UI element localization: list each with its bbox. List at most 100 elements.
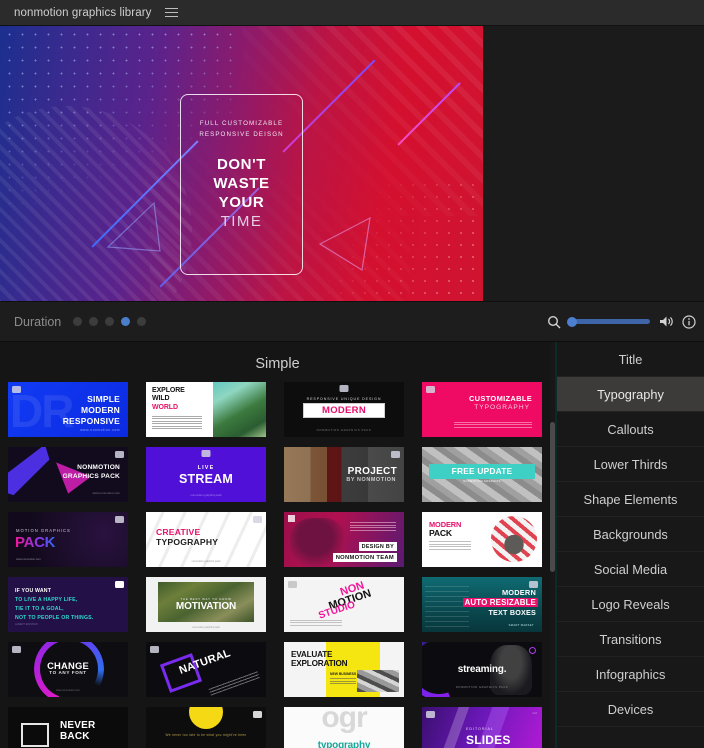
thumb-line-4: NOT TO PEOPLE OR THINGS.: [15, 615, 94, 622]
sidebar-item-logo-reveals[interactable]: Logo Reveals: [557, 587, 704, 622]
thumb-caption: www.nonmotion.com: [80, 428, 120, 432]
thumbnail-natural[interactable]: NATURAL: [146, 642, 266, 697]
preset-badge-icon: [253, 516, 262, 523]
preview-canvas[interactable]: FULL CUSTOMIZABLE RESPONSIVE DEISGN DON'…: [0, 26, 483, 301]
volume-icon[interactable]: [659, 315, 673, 328]
thumbnail-streaming[interactable]: streaming. NONMOTION GRAPHICS PACK: [422, 642, 542, 697]
thumbnail-change-to-any-font[interactable]: CHANGE TO ANY FONT www.nonmotion.com: [8, 642, 128, 697]
controls-right-group: [547, 314, 696, 329]
preset-badge-icon: [115, 581, 124, 588]
thumbnail-design-by-nonmotion-team[interactable]: DESIGN BY NONMOTION TEAM: [284, 512, 404, 567]
thumb-line-2: TYPOGRAPHY: [474, 404, 530, 411]
thumbnail-explore-wild-world[interactable]: EXPLORE WILD WORLD: [146, 382, 266, 437]
thumb-line-1: EVALUATE: [291, 650, 333, 659]
duration-stepper[interactable]: [73, 317, 147, 326]
thumbnail-free-update[interactable]: FREE UPDATE NONMOTION GRAPHICS: [422, 447, 542, 502]
sidebar-item-typography[interactable]: Typography: [557, 377, 704, 412]
thumb-title-box: MODERN: [303, 403, 385, 418]
app-window: nonmotion graphics library FULL CUSTOMIZ…: [0, 0, 704, 748]
circle-outline-icon: [529, 647, 536, 654]
thumb-caption: www.nonmotion.com: [92, 491, 120, 495]
preset-badge-icon: [391, 451, 400, 458]
thumbnail-motivation[interactable]: THE BEST WAY TO GROW MOTIVATION nonmotio…: [146, 577, 266, 632]
thumb-line-2: AUTO RESIZABLE: [462, 598, 538, 607]
thumb-line-2: MODERN: [81, 405, 120, 416]
category-sidebar: Title Typography Callouts Lower Thirds S…: [555, 342, 704, 748]
thumb-kicker: MOTION GRAPHICS: [16, 528, 71, 533]
thumbnail-customizable-typography[interactable]: CUSTOMIZABLE TYPOGRAPHY: [422, 382, 542, 437]
thumb-line-2: STREAM: [179, 472, 233, 486]
thumbnail-nonmotion-graphics-pack[interactable]: NONMOTION GRAPHICS PACK www.nonmotion.co…: [8, 447, 128, 502]
library-body: Simple DR SIMPLE MODERN RESPONSIVE www.n…: [0, 342, 704, 748]
zoom-slider[interactable]: [567, 316, 650, 327]
zoom-slider-knob[interactable]: [567, 316, 577, 327]
thumb-line-2: TYPOGRAPHY: [156, 537, 219, 547]
thumb-photo-decor: [213, 382, 266, 437]
thumb-paragraph-decor: [152, 415, 203, 430]
duration-dot-2[interactable]: [89, 317, 99, 326]
duration-dot-5[interactable]: [137, 317, 147, 326]
thumbnail-modern[interactable]: RESPONSIVE UNIQUE DESIGN MODERN NONMOTIO…: [284, 382, 404, 437]
thumbnail-auto-resizable-text-boxes[interactable]: MODERN AUTO RESIZABLE TEXT BOXES SMART M…: [422, 577, 542, 632]
preset-badge-icon: [288, 515, 295, 522]
thumbnail-evaluate-exploration[interactable]: EVALUATE EXPLORATION NEW BUSINESS: [284, 642, 404, 697]
thumbnail-yellow-circle[interactable]: We never too late to be what you might'v…: [146, 707, 266, 748]
thumbnail-project-by-nonmotion[interactable]: PROJECT BY NONMOTION: [284, 447, 404, 502]
title-bar: nonmotion graphics library: [0, 0, 704, 26]
thumb-line-1: SIMPLE: [87, 394, 120, 404]
thumb-line-3: TIE IT TO A GOAL,: [15, 606, 64, 613]
duration-dot-4[interactable]: [121, 317, 131, 326]
thumb-line-1: PACK: [15, 534, 56, 551]
thumb-line-2: BACK: [60, 731, 90, 742]
sidebar-item-infographics[interactable]: Infographics: [557, 657, 704, 692]
thumbnail-happy-life-quote[interactable]: IF YOU WANT TO LIVE A HAPPY LIFE, TIE IT…: [8, 577, 128, 632]
preset-badge-icon: [12, 386, 21, 393]
thumb-caption: www.nonmotion.com: [16, 558, 41, 561]
thumbnail-creative-typography[interactable]: CREATIVE TYPOGRAPHY nonmotion graphics p…: [146, 512, 266, 567]
sidebar-item-transitions[interactable]: Transitions: [557, 622, 704, 657]
preview-headline-line-3: YOUR: [218, 194, 265, 212]
sidebar-item-social-media[interactable]: Social Media: [557, 552, 704, 587]
thumb-line-3: RESPONSIVE: [62, 416, 120, 427]
app-title: nonmotion graphics library: [14, 6, 152, 19]
sidebar-item-title[interactable]: Title: [557, 342, 704, 377]
thumbnail-non-motion-studio[interactable]: NON MOTION STUDIO: [284, 577, 404, 632]
sidebar-item-lower-thirds[interactable]: Lower Thirds: [557, 447, 704, 482]
preset-badge-icon: [150, 646, 159, 653]
thumbnail-live-stream[interactable]: LIVE STREAM nonmotion graphics pack: [146, 447, 266, 502]
thumb-text-column: EXPLORE WILD WORLD: [146, 382, 213, 437]
duration-dot-1[interactable]: [73, 317, 83, 326]
thumb-line-1: MOTIVATION: [175, 601, 237, 612]
thumb-caption: v1.0: [532, 712, 537, 715]
triangle-outline-right-decor: [318, 216, 380, 274]
sidebar-item-devices[interactable]: Devices: [557, 692, 704, 727]
thumb-caption: nonmotion graphics pack: [191, 560, 221, 563]
hamburger-icon[interactable]: [165, 7, 179, 18]
thumb-line-2: GRAPHICS PACK: [62, 472, 120, 480]
yellow-circle-decor: [189, 707, 223, 729]
duration-dot-3[interactable]: [105, 317, 115, 326]
thumb-line-1: PROJECT: [347, 466, 397, 477]
preset-badge-icon: [288, 581, 297, 588]
preset-badge-icon: [115, 516, 124, 523]
thumbnail-never-back[interactable]: NEVER BACK: [8, 707, 128, 748]
thumbnail-simple-modern-responsive[interactable]: DR SIMPLE MODERN RESPONSIVE www.nonmotio…: [8, 382, 128, 437]
sidebar-item-shape-elements[interactable]: Shape Elements: [557, 482, 704, 517]
thumbnail-modern-pack[interactable]: MODERN PACK: [422, 512, 542, 567]
thumb-line-1: LIVE: [197, 465, 215, 471]
thumb-caption: SMART MARKET: [508, 624, 534, 627]
info-icon[interactable]: [682, 314, 696, 329]
thumbnail-typography-ghost[interactable]: ogr typography: [284, 707, 404, 748]
thumb-title: SIMPLE MODERN RESPONSIVE: [63, 394, 120, 428]
sidebar-item-backgrounds[interactable]: Backgrounds: [557, 517, 704, 552]
thumb-line-1: streaming.: [457, 664, 507, 675]
thumb-line-1: CREATIVE: [156, 527, 201, 537]
thumbnail-motion-graphics-pack[interactable]: MOTION GRAPHICS PACK www.nonmotion.com: [8, 512, 128, 567]
search-icon[interactable]: [547, 315, 561, 329]
preset-badge-icon: [115, 451, 124, 458]
preset-badge-icon: [12, 646, 21, 653]
duration-label: Duration: [14, 314, 62, 329]
sidebar-item-callouts[interactable]: Callouts: [557, 412, 704, 447]
thumbnail-editorial-slides[interactable]: EDITORIAL SLIDES v1.0: [422, 707, 542, 748]
thumb-line-1: IF YOU WANT: [15, 588, 52, 594]
